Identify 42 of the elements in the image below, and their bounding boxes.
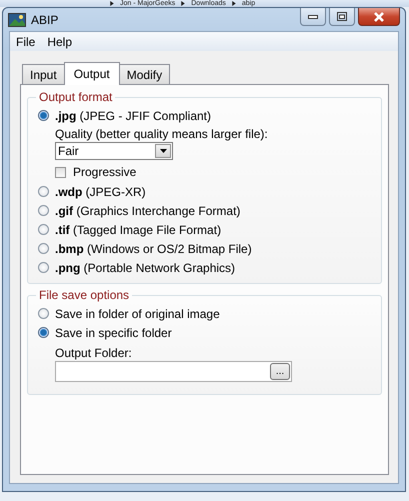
group-title: Output format (38, 90, 114, 104)
menu-item[interactable]: File (11, 34, 40, 48)
chevron-icon (181, 1, 186, 6)
checkbox[interactable] (55, 166, 66, 178)
tab[interactable]: Input (22, 64, 65, 84)
radio-label: Save in folder of original image (55, 306, 220, 320)
radio-button[interactable] (38, 110, 49, 121)
folder-label: Output Folder: (55, 346, 132, 360)
radio-label: .wdp (JPEG-XR) (55, 184, 146, 198)
radio-button[interactable] (38, 243, 49, 254)
minimize-icon (308, 14, 318, 18)
radio-label: .gif (Graphics Interchange Format) (55, 204, 240, 218)
minimize-button[interactable] (300, 8, 326, 26)
window-title: ABIP (31, 12, 58, 26)
radio-button[interactable] (38, 327, 49, 338)
folder-field[interactable]: ... (55, 361, 292, 382)
radio-label: .tif (Tagged Image File Format) (55, 222, 222, 236)
radio-label: .png (Portable Network Graphics) (55, 260, 236, 274)
radio-label: .bmp (Windows or OS/2 Bitmap File) (55, 242, 252, 256)
checkbox-label: Progressive (73, 165, 136, 179)
radio-button[interactable] (38, 186, 49, 197)
radio-label: Save in specific folder (55, 326, 172, 340)
tab[interactable]: Modify (118, 64, 170, 84)
radio-button[interactable] (38, 262, 49, 273)
browse-button[interactable]: ... (270, 363, 290, 380)
dropdown-arrow-icon (160, 149, 166, 153)
maximize-button[interactable] (329, 8, 355, 26)
maximize-icon (337, 12, 347, 21)
radio-button[interactable] (38, 224, 49, 235)
close-button[interactable] (358, 8, 400, 26)
chevron-icon (110, 1, 114, 6)
chevron-icon (232, 1, 236, 6)
radio-button[interactable] (38, 308, 49, 319)
close-icon (373, 12, 385, 22)
radio-label: .jpg (JPEG - JFIF Compliant) (55, 108, 212, 122)
tab[interactable]: Output (64, 62, 120, 85)
radio-button[interactable] (38, 205, 49, 216)
menu-item[interactable]: Help (42, 34, 78, 48)
quality-dropdown[interactable]: Fair (55, 142, 173, 160)
quality-label: Quality (better quality means larger file): (55, 127, 268, 141)
picture-icon (8, 12, 26, 26)
group-title: File save options (38, 288, 130, 302)
